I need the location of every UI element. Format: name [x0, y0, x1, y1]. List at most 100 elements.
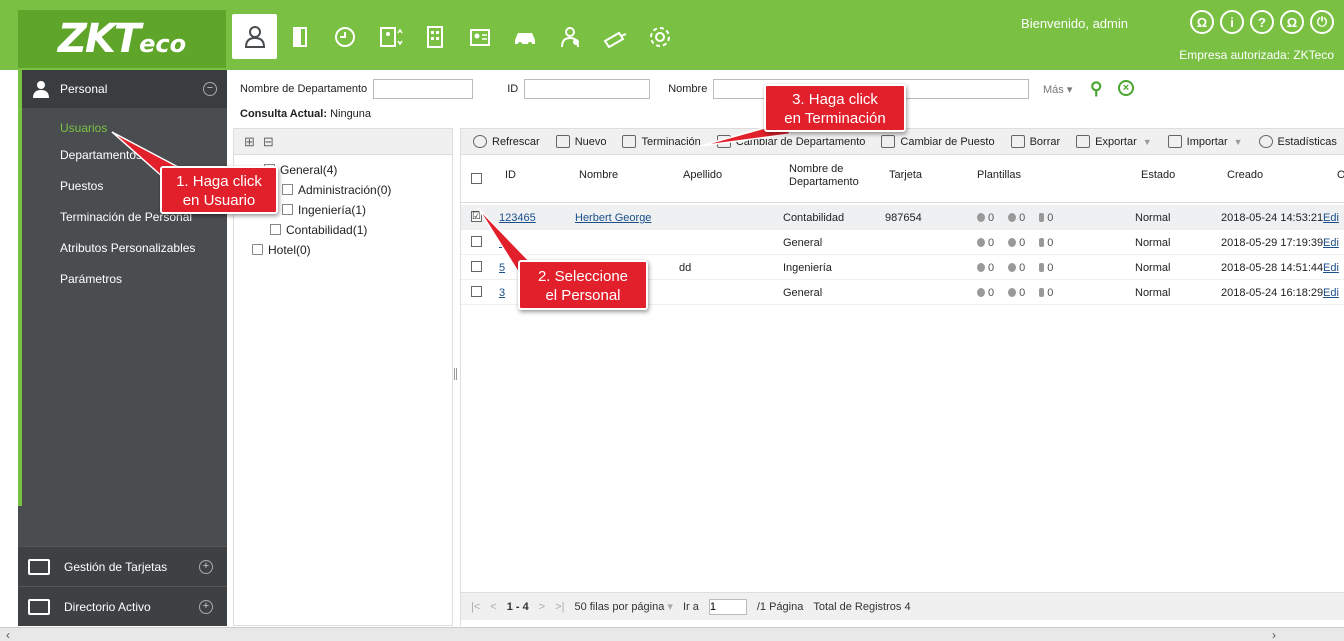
horizontal-scrollbar[interactable]: ‹ ›	[0, 627, 1344, 641]
prev-page-button[interactable]: <	[490, 601, 496, 613]
car-icon[interactable]	[502, 14, 547, 59]
sidebar-section-directory[interactable]: Directorio Activo +	[18, 586, 227, 626]
cell-id[interactable]: 123465	[499, 212, 536, 224]
company-text: Empresa autorizada: ZKTeco	[1179, 48, 1334, 62]
last-page-button[interactable]: >|	[555, 601, 564, 613]
cell-op[interactable]: Edi	[1323, 237, 1339, 249]
fingerprint-icon	[977, 213, 985, 222]
table-row[interactable]: ☑ 123465 Herbert George Contabilidad 987654 N…	[461, 205, 1344, 230]
scroll-right-icon[interactable]: ›	[1272, 628, 1276, 641]
toolbar-button-4[interactable]: Cambiar de Puesto	[881, 135, 995, 148]
next-page-button[interactable]: >	[539, 601, 545, 613]
cell-id[interactable]: 6	[499, 237, 505, 249]
sidebar-section-cards[interactable]: Gestión de Tarjetas +	[18, 546, 227, 586]
toolbar-button-0[interactable]: Refrescar	[473, 135, 540, 148]
goto-page-input[interactable]	[708, 598, 747, 615]
toolbar-button-6[interactable]: Exportar ▼	[1076, 135, 1152, 148]
sidebar-item-4[interactable]: Atributos Personalizables	[22, 233, 227, 264]
col-tarjeta[interactable]: Tarjeta	[889, 169, 922, 182]
more-button[interactable]: Más ▾	[1043, 83, 1072, 96]
cell-creado: 2018-05-24 16:18:29	[1221, 287, 1324, 299]
cell-op[interactable]: Edi	[1323, 262, 1339, 274]
toolbar-button-1[interactable]: Nuevo	[555, 135, 606, 148]
dept-input[interactable]	[373, 79, 474, 99]
elevator-icon[interactable]	[367, 14, 412, 59]
row-checkbox[interactable]	[471, 236, 482, 247]
callout-step-3: 3. Haga click en Terminación	[764, 84, 906, 132]
toolbar-button-8[interactable]: Estadísticas	[1258, 135, 1337, 148]
personnel-icon[interactable]	[232, 14, 277, 59]
first-page-button[interactable]: |<	[471, 601, 480, 613]
cell-nombre[interactable]: Herbert George	[575, 212, 651, 224]
building-icon[interactable]	[412, 14, 457, 59]
door-icon[interactable]	[277, 14, 322, 59]
sidebar-item-5[interactable]: Parámetros	[22, 264, 227, 295]
collapse-all-icon[interactable]: ⊟	[263, 134, 274, 150]
templates-cell: 000	[977, 287, 1067, 299]
col-estado[interactable]: Estado	[1141, 169, 1175, 182]
toolbar-button-5[interactable]: Borrar	[1010, 135, 1060, 148]
cell-creado: 2018-05-24 14:53:21	[1221, 212, 1324, 224]
col-plantillas[interactable]: Plantillas	[977, 169, 1021, 182]
gear-icon[interactable]	[637, 14, 682, 59]
cell-id[interactable]: 3	[499, 287, 505, 299]
panel-splitter[interactable]	[454, 368, 457, 380]
templates-cell: 000	[977, 212, 1067, 224]
tree-node-contabilidad[interactable]: Contabilidad(1)	[270, 223, 367, 237]
tree-node-ingenieria[interactable]: Ingeniería(1)	[282, 203, 366, 217]
camera-icon[interactable]	[592, 14, 637, 59]
welcome-text: Bienvenido, admin	[1021, 16, 1128, 31]
cell-creado: 2018-05-28 14:51:44	[1221, 262, 1324, 274]
toolbar-button-3[interactable]: Cambiar de Departamento	[716, 135, 865, 148]
expand-icon[interactable]: +	[199, 599, 213, 614]
row-checkbox[interactable]	[471, 286, 482, 297]
row-checkbox[interactable]: ☑	[471, 211, 482, 222]
info-icon[interactable]: i	[1220, 10, 1244, 34]
header-icons: Ωi? Ω ⏻	[1190, 10, 1334, 34]
profile-icon[interactable]: Ω	[1280, 10, 1304, 34]
fingerprint-icon	[977, 238, 985, 247]
user-icon[interactable]: Ω	[1190, 10, 1214, 34]
collapse-icon[interactable]: −	[203, 82, 217, 96]
cell-op[interactable]: Edi	[1323, 212, 1339, 224]
col-nombre[interactable]: Nombre	[579, 169, 618, 182]
sidebar-section-personal[interactable]: Personal −	[18, 70, 227, 108]
cell-dept: Contabilidad	[783, 212, 845, 224]
visitor-icon[interactable]	[457, 14, 502, 59]
tree-node-administracion[interactable]: Administración(0)	[282, 183, 391, 197]
clear-icon[interactable]: ×	[1118, 80, 1134, 96]
help-icon[interactable]: ?	[1250, 10, 1274, 34]
toolbar-button-7[interactable]: Importar ▼	[1167, 135, 1243, 148]
scroll-left-icon[interactable]: ‹	[6, 628, 10, 641]
rows-per-page-select[interactable]: 50 filas por página ▾	[574, 600, 673, 613]
goto-label: Ir a	[682, 600, 699, 613]
expand-icon[interactable]: +	[199, 559, 213, 574]
patrol-icon[interactable]	[547, 14, 592, 59]
sidebar-item-0[interactable]: Usuarios	[22, 116, 227, 140]
toolbar-button-2[interactable]: Terminación	[622, 135, 701, 148]
toolbar-icon	[881, 135, 896, 148]
power-icon[interactable]: ⏻	[1310, 10, 1334, 34]
cell-estado: Normal	[1135, 237, 1171, 249]
cell-apellido: dd	[679, 262, 692, 274]
cell-op[interactable]: Edi	[1323, 287, 1339, 299]
cell-id[interactable]: 5	[499, 262, 505, 274]
palm-icon	[1039, 238, 1045, 247]
clock-icon[interactable]	[322, 14, 367, 59]
card-icon	[28, 558, 50, 575]
row-checkbox[interactable]	[471, 261, 482, 272]
search-icon[interactable]: ⚲	[1090, 79, 1102, 99]
logo[interactable]: ZKTeco	[18, 10, 226, 68]
face-icon	[1008, 263, 1017, 272]
col-id[interactable]: ID	[505, 169, 516, 182]
col-departamento[interactable]: Nombre de Departamento	[789, 163, 859, 189]
id-input[interactable]	[524, 79, 651, 99]
col-operaciones[interactable]: O	[1337, 169, 1344, 182]
tree-node-hotel[interactable]: Hotel(0)	[252, 243, 311, 257]
fingerprint-icon	[977, 288, 985, 297]
expand-all-icon[interactable]: ⊞	[244, 134, 255, 150]
select-all-checkbox[interactable]	[471, 173, 482, 184]
col-creado[interactable]: Creado	[1227, 169, 1263, 182]
col-apellido[interactable]: Apellido	[683, 169, 722, 182]
table-row[interactable]: 6 General Normal 2018-05-29 17:19:39 Edi 0 0 0	[461, 230, 1344, 255]
